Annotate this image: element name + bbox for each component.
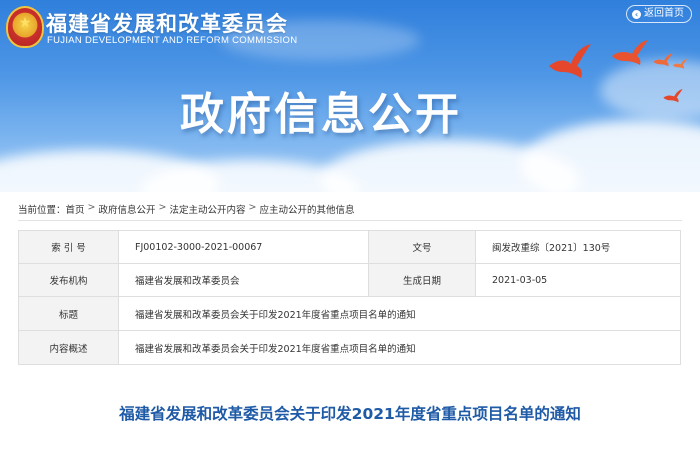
breadcrumb-home[interactable]: 首页 [66, 202, 85, 216]
issuer-value: 福建省发展和改革委员会 [118, 263, 369, 297]
document-meta-table: 索 引 号 FJ00102-3000-2021-00067 文号 闽发改重综〔2… [18, 230, 681, 365]
table-row: 索 引 号 FJ00102-3000-2021-00067 文号 闽发改重综〔2… [18, 230, 681, 264]
banner-title: 政府信息公开 [180, 89, 462, 140]
date-label: 生成日期 [368, 263, 476, 297]
breadcrumb-gov-info[interactable]: 政府信息公开 [99, 202, 156, 216]
breadcrumb-separator: > [158, 202, 167, 213]
breadcrumb-statutory[interactable]: 法定主动公开内容 [169, 202, 245, 216]
breadcrumb-other-info[interactable]: 应主动公开的其他信息 [259, 202, 354, 216]
date-value: 2021-03-05 [475, 263, 681, 297]
back-home-button[interactable]: ‹ 返回首页 [626, 5, 692, 23]
cloud-decoration [520, 120, 700, 192]
breadcrumb-separator: > [248, 202, 257, 213]
dove-icon [653, 53, 673, 67]
index-label: 索 引 号 [18, 230, 119, 264]
doc-no-value: 闽发改重综〔2021〕130号 [475, 230, 681, 264]
summary-label: 内容概述 [18, 330, 119, 365]
issuer-label: 发布机构 [18, 263, 119, 297]
dove-icon [612, 40, 648, 65]
title-label: 标题 [18, 296, 119, 331]
title-value: 福建省发展和改革委员会关于印发2021年度省重点项目名单的通知 [118, 296, 681, 331]
breadcrumb: 当前位置： 首页 > 政府信息公开 > 法定主动公开内容 > 应主动公开的其他信… [18, 202, 354, 216]
doc-no-label: 文号 [368, 230, 476, 264]
dove-icon [663, 89, 683, 103]
header-banner: ★ 福建省发展和改革委员会 FUJIAN DEVELOPMENT AND REF… [0, 0, 700, 192]
breadcrumb-prefix: 当前位置： [18, 205, 66, 216]
breadcrumb-divider [18, 220, 682, 221]
table-row: 标题 福建省发展和改革委员会关于印发2021年度省重点项目名单的通知 [18, 296, 681, 331]
back-home-label: 返回首页 [644, 8, 684, 19]
article-title: 福建省发展和改革委员会关于印发2021年度省重点项目名单的通知 [119, 405, 581, 423]
dove-icon [672, 58, 688, 69]
org-name-cn: 福建省发展和改革委员会 [46, 11, 288, 36]
index-value: FJ00102-3000-2021-00067 [118, 230, 369, 264]
breadcrumb-separator: > [87, 202, 96, 213]
home-icon: ‹ [632, 9, 641, 19]
summary-value: 福建省发展和改革委员会关于印发2021年度省重点项目名单的通知 [118, 330, 681, 365]
table-row: 内容概述 福建省发展和改革委员会关于印发2021年度省重点项目名单的通知 [18, 330, 681, 365]
national-emblem-logo: ★ [6, 6, 44, 48]
table-row: 发布机构 福建省发展和改革委员会 生成日期 2021-03-05 [18, 263, 681, 297]
org-name-en: FUJIAN DEVELOPMENT AND REFORM COMMISSION [47, 35, 298, 46]
dove-icon [549, 44, 591, 78]
